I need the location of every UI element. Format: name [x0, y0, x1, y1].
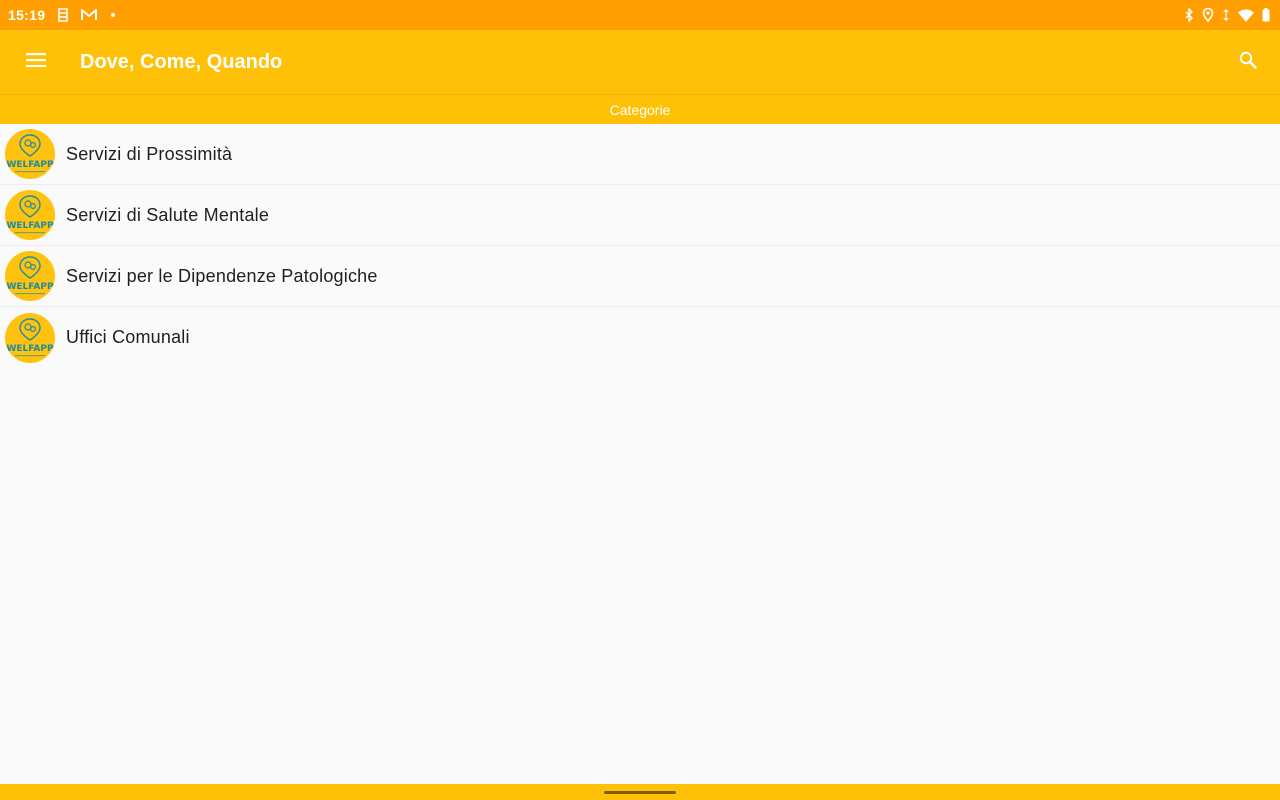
status-bar: 15:19 — [0, 0, 1280, 30]
home-gesture-handle[interactable] — [604, 791, 676, 794]
welfapp-logo-icon: WELFAPP — [5, 129, 55, 179]
list-item[interactable]: WELFAPP Servizi di Prossimità — [0, 124, 1280, 185]
logo-text: WELFAPP — [6, 344, 53, 354]
search-button[interactable] — [1216, 30, 1280, 94]
data-arrows-icon — [1222, 8, 1230, 22]
bluetooth-icon — [1184, 8, 1194, 22]
page-title: Dove, Come, Quando — [80, 50, 283, 73]
location-icon — [1202, 8, 1214, 22]
search-icon — [1239, 51, 1257, 74]
app-bar: Dove, Come, Quando — [0, 30, 1280, 94]
menu-button[interactable] — [0, 30, 72, 94]
hamburger-menu-icon — [26, 52, 46, 72]
sim-icon — [57, 8, 69, 22]
status-right — [1184, 8, 1270, 22]
navigation-bar — [0, 784, 1280, 800]
welfapp-logo-icon: WELFAPP — [5, 251, 55, 301]
status-time: 15:19 — [8, 7, 46, 23]
wifi-icon — [1238, 9, 1254, 22]
battery-icon — [1262, 8, 1270, 22]
section-header: Categorie — [0, 94, 1280, 124]
list-item-label: Servizi di Prossimità — [66, 143, 233, 164]
section-header-label: Categorie — [609, 101, 671, 118]
notification-dot-icon — [111, 13, 116, 17]
logo-text: WELFAPP — [6, 282, 53, 292]
welfapp-logo-icon: WELFAPP — [5, 190, 55, 240]
list-item-label: Uffici Comunali — [66, 327, 190, 347]
list-item[interactable]: WELFAPP Servizi per le Dipendenze Patolo… — [0, 246, 1280, 307]
category-list: WELFAPP Servizi di Prossimità WELFAPP Se… — [0, 124, 1280, 368]
logo-text: WELFAPP — [6, 160, 53, 170]
logo-text: WELFAPP — [6, 221, 53, 231]
list-item-label: Servizi di Salute Mentale — [66, 204, 270, 225]
list-item[interactable]: WELFAPP Uffici Comunali — [0, 307, 1280, 368]
screen: 15:19 Dove, Come, Quando Categorie WELFA… — [0, 0, 1280, 800]
status-left: 15:19 — [8, 7, 116, 23]
list-item-label: Servizi per le Dipendenze Patologiche — [66, 265, 378, 286]
gmail-icon — [81, 9, 98, 21]
list-item[interactable]: WELFAPP Servizi di Salute Mentale — [0, 185, 1280, 246]
welfapp-logo-icon: WELFAPP — [5, 312, 55, 363]
